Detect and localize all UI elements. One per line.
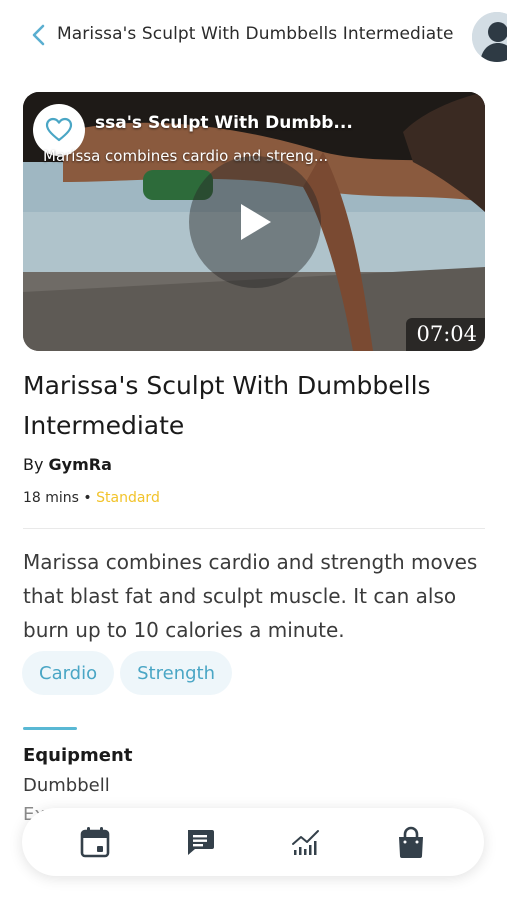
tag-list: Cardio Strength bbox=[22, 651, 232, 695]
video-subtitle: Marissa combines cardio and streng... bbox=[43, 147, 329, 165]
divider bbox=[23, 528, 485, 529]
bottom-nav bbox=[22, 808, 484, 876]
workout-level: Standard bbox=[96, 490, 160, 506]
author-prefix: By bbox=[23, 455, 49, 474]
tag-strength[interactable]: Strength bbox=[120, 651, 232, 695]
equipment-value: Dumbbell bbox=[23, 775, 110, 796]
meta-separator: • bbox=[78, 490, 97, 506]
play-button[interactable] bbox=[189, 156, 321, 288]
video-title: ssa's Sculpt With Dumbb... bbox=[95, 113, 353, 133]
workout-title: Marissa's Sculpt With Dumbbells Intermed… bbox=[23, 371, 431, 440]
section-accent-line bbox=[23, 727, 77, 730]
nav-chat[interactable] bbox=[178, 820, 222, 864]
chevron-left-icon bbox=[32, 24, 45, 46]
user-avatar-icon bbox=[472, 12, 507, 62]
chat-icon bbox=[188, 830, 215, 855]
avatar[interactable] bbox=[472, 12, 507, 62]
shopping-bag-icon bbox=[399, 826, 424, 858]
tag-cardio[interactable]: Cardio bbox=[22, 651, 115, 695]
app-header: Marissa's Sculpt With Dumbbells Intermed… bbox=[0, 0, 507, 72]
stats-chart-icon bbox=[291, 830, 319, 855]
calendar-icon bbox=[80, 827, 110, 858]
video-duration: 07:04 bbox=[406, 318, 485, 351]
video-player[interactable]: ssa's Sculpt With Dumbb... Marissa combi… bbox=[23, 92, 485, 351]
nav-calendar[interactable] bbox=[73, 820, 117, 864]
back-button[interactable] bbox=[28, 22, 52, 48]
author-line: By GymRa bbox=[23, 455, 112, 474]
header-title: Marissa's Sculpt With Dumbbells Intermed… bbox=[57, 24, 454, 44]
workout-description: Marissa combines cardio and strength mov… bbox=[23, 550, 478, 642]
workout-meta: 18 mins • Standard bbox=[23, 490, 160, 506]
nav-shop[interactable] bbox=[389, 820, 433, 864]
workout-duration: 18 mins bbox=[23, 490, 79, 506]
heart-icon bbox=[45, 117, 73, 142]
author-name: GymRa bbox=[48, 455, 112, 474]
play-icon bbox=[241, 204, 271, 240]
nav-stats[interactable] bbox=[284, 820, 328, 864]
equipment-label: Equipment bbox=[23, 745, 133, 766]
